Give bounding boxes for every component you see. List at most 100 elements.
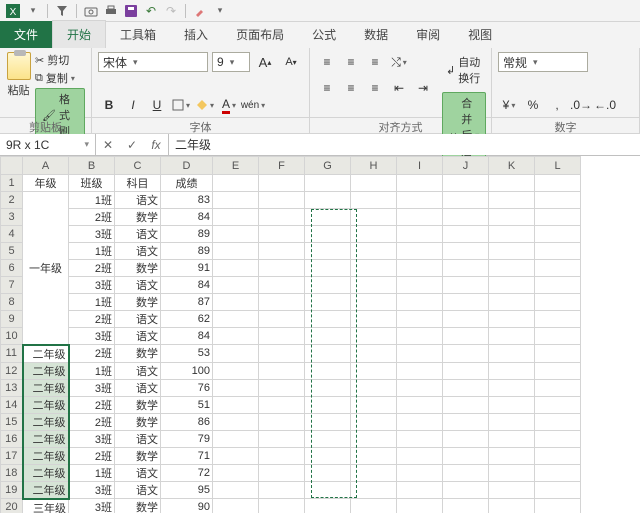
cell[interactable] <box>443 226 489 243</box>
cell[interactable] <box>305 499 351 514</box>
indent-dec-icon[interactable]: ⇤ <box>388 78 410 98</box>
cell[interactable] <box>489 413 535 430</box>
cell[interactable] <box>213 243 259 260</box>
bold-button[interactable]: B <box>98 95 120 115</box>
cell[interactable]: 数学 <box>115 209 161 226</box>
qat-dropdown-icon[interactable]: ▾ <box>211 2 229 20</box>
cell[interactable]: 53 <box>161 345 213 363</box>
cell[interactable] <box>213 328 259 345</box>
filter-icon[interactable] <box>53 2 71 20</box>
align-top-icon[interactable]: ≡ <box>316 52 338 72</box>
cell[interactable]: 二年级 <box>23 481 69 499</box>
cell[interactable]: 95 <box>161 481 213 499</box>
cell[interactable] <box>305 311 351 328</box>
col-header-H[interactable]: H <box>351 157 397 175</box>
dec-decimal-icon[interactable]: ←.0 <box>594 95 616 115</box>
cell[interactable]: 语文 <box>115 328 161 345</box>
row-header[interactable]: 4 <box>1 226 23 243</box>
cell[interactable] <box>535 396 581 413</box>
formula-input[interactable]: 二年级 <box>169 134 640 155</box>
cell[interactable] <box>259 447 305 464</box>
cell[interactable] <box>213 430 259 447</box>
align-center-icon[interactable]: ≡ <box>340 78 362 98</box>
cell[interactable]: 84 <box>161 277 213 294</box>
cell[interactable] <box>259 243 305 260</box>
cell[interactable] <box>397 481 443 499</box>
row-header[interactable]: 20 <box>1 499 23 514</box>
cell[interactable] <box>305 447 351 464</box>
cell[interactable]: 年级 <box>23 175 69 192</box>
cell[interactable]: 1班 <box>69 464 115 481</box>
cell[interactable] <box>351 209 397 226</box>
cell[interactable] <box>213 226 259 243</box>
cell[interactable] <box>397 294 443 311</box>
row-header[interactable]: 14 <box>1 396 23 413</box>
cell[interactable] <box>489 209 535 226</box>
cell[interactable] <box>213 311 259 328</box>
cell[interactable] <box>443 345 489 363</box>
cell[interactable] <box>535 379 581 396</box>
cell[interactable]: 二年级 <box>23 447 69 464</box>
cell[interactable] <box>489 277 535 294</box>
cell[interactable]: 3班 <box>69 481 115 499</box>
row-header[interactable]: 2 <box>1 192 23 209</box>
cell[interactable] <box>443 379 489 396</box>
decrease-font-icon[interactable]: A▾ <box>280 52 302 72</box>
cell[interactable] <box>535 362 581 379</box>
cell[interactable] <box>489 499 535 514</box>
cell[interactable]: 语文 <box>115 362 161 379</box>
cell[interactable] <box>351 311 397 328</box>
cell[interactable]: 87 <box>161 294 213 311</box>
font-size-combo[interactable]: 9▾ <box>212 52 250 72</box>
cell[interactable] <box>489 294 535 311</box>
tab-data[interactable]: 数据 <box>350 21 402 48</box>
col-header-A[interactable]: A <box>23 157 69 175</box>
cell[interactable] <box>305 481 351 499</box>
cell[interactable] <box>213 345 259 363</box>
col-header-L[interactable]: L <box>535 157 581 175</box>
col-header-E[interactable]: E <box>213 157 259 175</box>
cell[interactable]: 数学 <box>115 447 161 464</box>
cell[interactable] <box>351 175 397 192</box>
font-color-button[interactable]: A <box>218 95 240 115</box>
cell[interactable] <box>259 413 305 430</box>
tab-pagelayout[interactable]: 页面布局 <box>222 21 298 48</box>
cell[interactable]: 72 <box>161 464 213 481</box>
cell[interactable]: 数学 <box>115 345 161 363</box>
cell[interactable] <box>351 413 397 430</box>
row-header[interactable]: 11 <box>1 345 23 363</box>
cell[interactable] <box>535 464 581 481</box>
cell[interactable] <box>489 430 535 447</box>
cell[interactable] <box>351 294 397 311</box>
cell[interactable] <box>305 345 351 363</box>
cell[interactable] <box>213 277 259 294</box>
cell[interactable] <box>213 379 259 396</box>
cell[interactable] <box>259 464 305 481</box>
cell[interactable] <box>489 396 535 413</box>
cell[interactable] <box>213 260 259 277</box>
inc-decimal-icon[interactable]: .0→ <box>570 95 592 115</box>
cell[interactable] <box>489 481 535 499</box>
cell[interactable] <box>305 277 351 294</box>
cell[interactable] <box>213 464 259 481</box>
cell[interactable] <box>535 192 581 209</box>
cell[interactable]: 科目 <box>115 175 161 192</box>
cell[interactable]: 1班 <box>69 243 115 260</box>
cell[interactable]: 三年级 <box>23 499 69 514</box>
cell[interactable] <box>259 345 305 363</box>
cell[interactable] <box>259 209 305 226</box>
cell[interactable] <box>305 175 351 192</box>
cell[interactable] <box>489 175 535 192</box>
cell[interactable]: 1班 <box>69 362 115 379</box>
cell[interactable] <box>259 277 305 294</box>
cell[interactable] <box>397 311 443 328</box>
cell[interactable] <box>259 175 305 192</box>
cell[interactable]: 语文 <box>115 243 161 260</box>
row-header[interactable]: 3 <box>1 209 23 226</box>
cell[interactable] <box>213 362 259 379</box>
cell[interactable] <box>397 192 443 209</box>
cell[interactable]: 3班 <box>69 430 115 447</box>
cell[interactable]: 2班 <box>69 396 115 413</box>
tab-review[interactable]: 审阅 <box>402 21 454 48</box>
cell[interactable]: 89 <box>161 226 213 243</box>
